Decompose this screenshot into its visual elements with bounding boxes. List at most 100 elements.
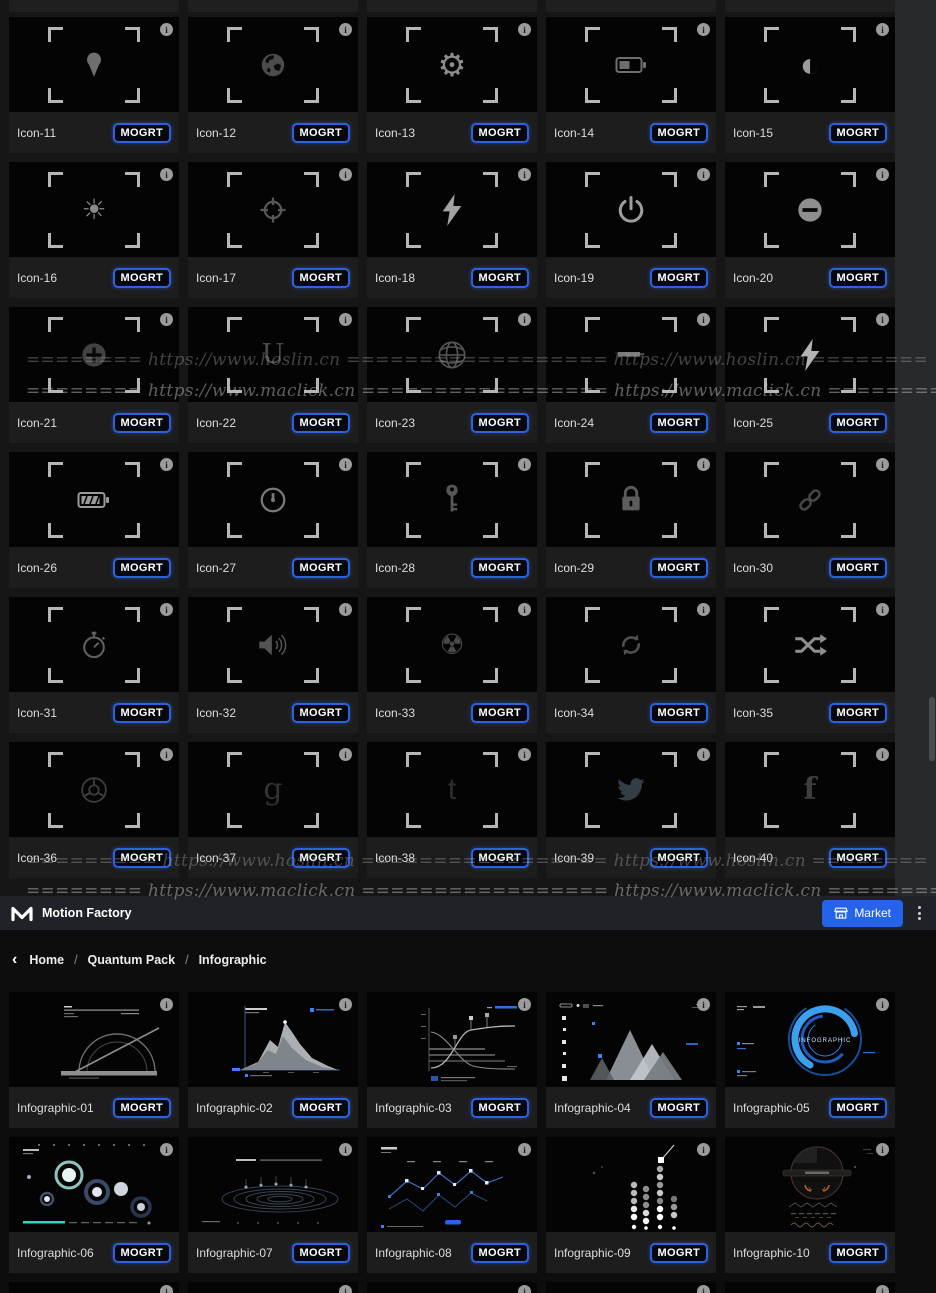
icon-card[interactable]: i Icon-19 MOGRT — [546, 162, 716, 298]
info-icon[interactable]: i — [697, 1143, 710, 1156]
mogrt-button[interactable]: MOGRT — [649, 847, 708, 868]
info-icon[interactable]: i — [160, 168, 173, 181]
icon-card-preview[interactable]: g i — [188, 742, 358, 837]
icon-card[interactable]: i Icon-34 MOGRT — [546, 597, 716, 733]
mogrt-button[interactable]: MOGRT — [112, 847, 171, 868]
icon-card-preview[interactable]: ⚙ i — [367, 17, 537, 112]
info-icon[interactable]: i — [339, 23, 352, 36]
mogrt-button[interactable]: MOGRT — [112, 557, 171, 578]
info-icon[interactable]: i — [876, 1143, 889, 1156]
info-icon[interactable]: i — [518, 748, 531, 761]
mogrt-button[interactable]: MOGRT — [470, 1097, 529, 1118]
icon-card-preview[interactable]: i — [188, 162, 358, 257]
mogrt-button[interactable]: MOGRT — [291, 847, 350, 868]
info-icon[interactable]: i — [339, 313, 352, 326]
info-icon[interactable]: i — [876, 313, 889, 326]
infographic-card[interactable]: i Infographic-01 MOGRT — [9, 992, 179, 1128]
icon-card[interactable]: i Icon-36 MOGRT — [9, 742, 179, 878]
info-icon[interactable]: i — [518, 998, 531, 1011]
icon-card-preview[interactable]: i — [546, 742, 716, 837]
icon-card-preview[interactable]: i — [9, 307, 179, 402]
mogrt-button[interactable]: MOGRT — [291, 1242, 350, 1263]
info-icon[interactable]: i — [339, 998, 352, 1011]
infographic-card-preview[interactable]: i — [9, 1137, 179, 1232]
mogrt-button[interactable]: MOGRT — [828, 557, 887, 578]
scrollbar-thumb[interactable] — [929, 697, 935, 761]
icon-card-preview[interactable]: i — [546, 597, 716, 692]
info-icon[interactable]: i — [876, 748, 889, 761]
icon-card[interactable]: i Icon-35 MOGRT — [725, 597, 895, 733]
icon-card[interactable]: i Icon-14 MOGRT — [546, 17, 716, 153]
icon-card-preview[interactable]: i — [546, 307, 716, 402]
market-button[interactable]: Market — [822, 899, 903, 927]
info-icon[interactable]: i — [160, 748, 173, 761]
mogrt-button[interactable]: MOGRT — [828, 267, 887, 288]
info-icon[interactable]: i — [339, 748, 352, 761]
icon-card[interactable]: g i Icon-37 MOGRT — [188, 742, 358, 878]
infographic-card[interactable]: i Infographic-08 MOGRT — [367, 1137, 537, 1273]
icon-card-preview[interactable]: f i — [725, 742, 895, 837]
icon-card-preview[interactable]: i — [725, 162, 895, 257]
infographic-card-preview[interactable]: i — [725, 1137, 895, 1232]
icon-card[interactable]: i Icon-28 MOGRT — [367, 452, 537, 588]
icon-card[interactable]: i Icon-27 MOGRT — [188, 452, 358, 588]
icon-card[interactable]: i Icon-25 MOGRT — [725, 307, 895, 443]
icon-card[interactable]: U i Icon-22 MOGRT — [188, 307, 358, 443]
icon-card-preview[interactable]: U i — [188, 307, 358, 402]
mogrt-button[interactable]: MOGRT — [112, 1097, 171, 1118]
mogrt-button[interactable]: MOGRT — [291, 412, 350, 433]
icon-card[interactable]: ☀ i Icon-16 MOGRT — [9, 162, 179, 298]
mogrt-button[interactable]: MOGRT — [291, 1097, 350, 1118]
back-chevron-icon[interactable]: ‹ — [12, 952, 17, 968]
mogrt-button[interactable]: MOGRT — [828, 847, 887, 868]
breadcrumb-home[interactable]: Home — [29, 953, 64, 967]
infographic-card[interactable]: i Infographic-10 MOGRT — [725, 1137, 895, 1273]
infographic-card[interactable]: i Infographic-04 MOGRT — [546, 992, 716, 1128]
mogrt-button[interactable]: MOGRT — [112, 122, 171, 143]
icon-card-preview[interactable]: i — [546, 17, 716, 112]
mogrt-button[interactable]: MOGRT — [470, 847, 529, 868]
info-icon[interactable]: i — [876, 168, 889, 181]
icon-card-preview[interactable]: i — [725, 452, 895, 547]
mogrt-button[interactable]: MOGRT — [828, 702, 887, 723]
info-icon[interactable]: i — [339, 1285, 352, 1293]
icon-card-preview[interactable]: i — [9, 17, 179, 112]
info-icon[interactable]: i — [160, 313, 173, 326]
info-icon[interactable]: i — [339, 603, 352, 616]
mogrt-button[interactable]: MOGRT — [828, 1097, 887, 1118]
mogrt-button[interactable]: MOGRT — [470, 702, 529, 723]
mogrt-button[interactable]: MOGRT — [470, 1242, 529, 1263]
info-icon[interactable]: i — [876, 998, 889, 1011]
icon-card[interactable]: i Icon-17 MOGRT — [188, 162, 358, 298]
kebab-menu-icon[interactable] — [915, 903, 924, 923]
mogrt-button[interactable]: MOGRT — [291, 122, 350, 143]
mogrt-button[interactable]: MOGRT — [470, 412, 529, 433]
mogrt-button[interactable]: MOGRT — [470, 122, 529, 143]
mogrt-button[interactable]: MOGRT — [470, 557, 529, 578]
icon-card[interactable]: i Icon-23 MOGRT — [367, 307, 537, 443]
mogrt-button[interactable]: MOGRT — [649, 412, 708, 433]
info-icon[interactable]: i — [518, 1143, 531, 1156]
mogrt-button[interactable]: MOGRT — [828, 412, 887, 433]
mogrt-button[interactable]: MOGRT — [649, 267, 708, 288]
icon-card-preview[interactable]: i — [546, 452, 716, 547]
mogrt-button[interactable]: MOGRT — [112, 702, 171, 723]
infographic-card-preview[interactable]: i — [188, 1137, 358, 1232]
info-icon[interactable]: i — [697, 998, 710, 1011]
mogrt-button[interactable]: MOGRT — [649, 702, 708, 723]
breadcrumb-infographic[interactable]: Infographic — [199, 953, 267, 967]
info-icon[interactable]: i — [876, 1285, 889, 1293]
info-icon[interactable]: i — [697, 313, 710, 326]
icon-card-preview[interactable]: i — [9, 597, 179, 692]
infographic-card-preview[interactable]: INFOGRAPHIC i — [725, 992, 895, 1087]
icon-card[interactable]: i Icon-26 MOGRT — [9, 452, 179, 588]
icon-card[interactable]: i Icon-29 MOGRT — [546, 452, 716, 588]
mogrt-button[interactable]: MOGRT — [112, 1242, 171, 1263]
icon-card-preview[interactable]: i — [546, 162, 716, 257]
icon-card[interactable]: i Icon-32 MOGRT — [188, 597, 358, 733]
mogrt-button[interactable]: MOGRT — [291, 702, 350, 723]
icon-card-preview[interactable]: i — [188, 17, 358, 112]
breadcrumb-quantum-pack[interactable]: Quantum Pack — [88, 953, 176, 967]
icon-card-preview[interactable]: i — [9, 452, 179, 547]
info-icon[interactable]: i — [160, 23, 173, 36]
